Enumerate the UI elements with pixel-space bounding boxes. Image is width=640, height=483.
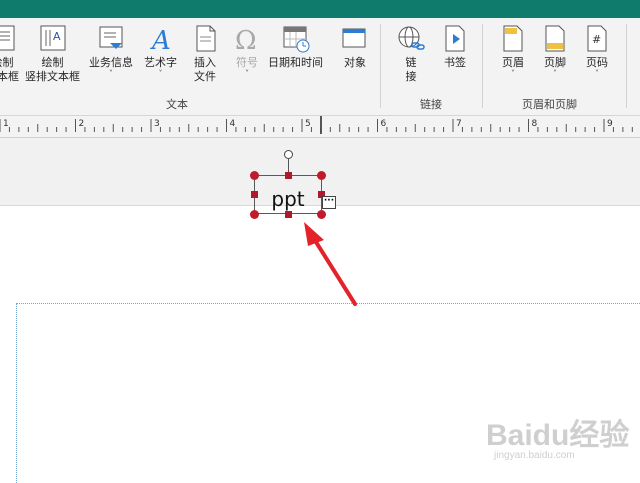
watermark-url: jingyan.baidu.com [494,450,575,461]
annotation-arrow [304,222,357,306]
watermark-brand: Baidu经验 [486,419,630,452]
watermark: Baidu经验 jingyan.baidu.com [486,410,636,470]
